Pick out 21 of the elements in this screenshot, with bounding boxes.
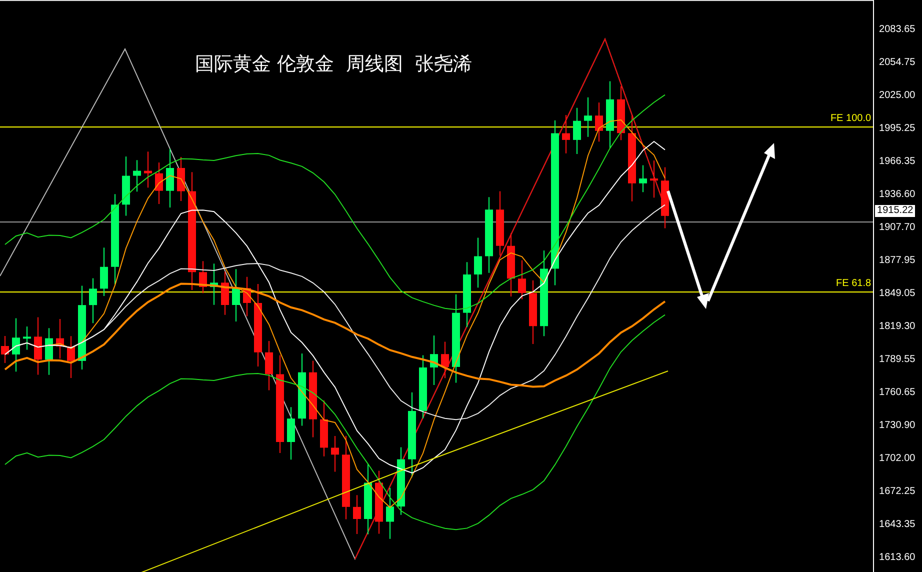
chart-title: 国际黄金 伦敦金 周线图 张尧浠 [195,52,472,77]
price-axis-label: 1907.70 [878,222,916,234]
price-axis-label: 1760.65 [878,387,916,399]
price-axis-label: 1613.60 [878,552,916,564]
fibonacci-level-label: FE 100.0 [830,113,872,124]
fibonacci-level-label: FE 61.8 [836,278,872,289]
price-axis-label: 1966.35 [878,156,916,168]
price-axis-label: 1789.55 [878,354,916,366]
price-axis-label: 2083.65 [878,24,916,36]
price-axis-label: 1849.05 [878,288,916,300]
price-axis-label: 1702.00 [878,453,916,465]
price-axis-label: 1643.35 [878,519,916,531]
price-axis-label: 1995.25 [878,123,916,135]
price-axis-label: 1730.90 [878,420,916,432]
price-axis-label: 1819.30 [878,321,916,333]
price-axis-label: 1936.60 [878,189,916,201]
price-axis-label: 1877.95 [878,255,916,267]
price-axis-label: 2025.00 [878,90,916,102]
price-axis-label: 2054.75 [878,57,916,69]
current-price-label: 1915.22 [875,205,916,217]
price-axis-label: 1672.25 [878,486,916,498]
